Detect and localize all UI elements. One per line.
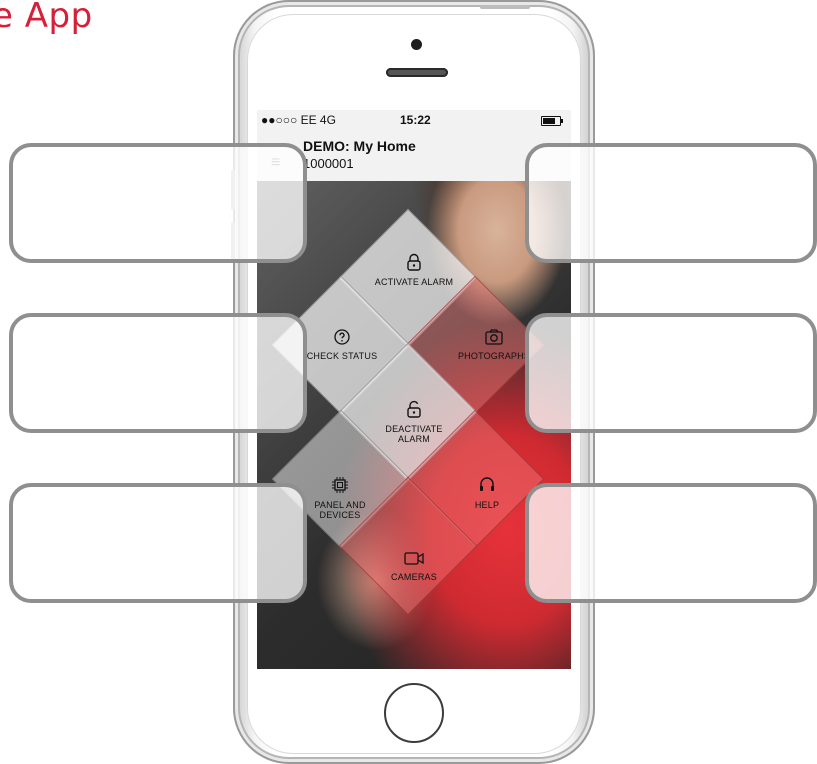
deactivate-alarm-label-line2: ALARM [397,434,430,444]
front-camera [411,39,422,50]
callout-box-bottom-right [525,483,817,603]
callout-box-middle-left [9,313,307,433]
status-bar: ●●○○○ EE 4G 15:22 [257,110,571,130]
callout-box-top-right [525,143,817,263]
help-label: HELP [474,500,500,510]
photographs-label: PHOTOGRAPHS [457,351,531,361]
lock-open-icon [407,400,421,418]
check-status-button[interactable]: CHECK STATUS [297,329,387,361]
callout-box-top-left [9,143,307,263]
activate-alarm-button[interactable]: ACTIVATE ALARM [364,253,464,287]
question-icon [334,329,350,345]
callout-box-middle-right [525,313,817,433]
cameras-button[interactable]: CAMERAS [369,550,459,582]
page-title: e App [0,0,93,36]
check-status-label: CHECK STATUS [306,351,378,361]
callout-box-bottom-left [9,483,307,603]
chip-icon [332,477,348,493]
earpiece-speaker [386,68,448,77]
power-button [480,5,530,9]
lock-closed-icon [407,253,421,271]
headset-icon [480,477,494,491]
site-id: 1000001 [303,156,354,171]
cameras-label: CAMERAS [391,572,437,582]
clock: 15:22 [400,113,431,127]
camera-icon [485,329,503,345]
battery-icon [541,116,563,126]
video-camera-icon [404,552,424,565]
site-name: DEMO: My Home [303,138,416,154]
signal-indicator: ●●○○○ EE 4G [261,113,336,127]
home-button[interactable] [384,683,444,743]
deactivate-alarm-button[interactable]: DEACTIVATE ALARM [364,400,464,444]
deactivate-alarm-label-line1: DEACTIVATE [385,424,443,434]
panel-devices-label-line1: PANEL AND [314,500,366,510]
panel-devices-label-line2: DEVICES [319,510,361,520]
panel-and-devices-button[interactable]: PANEL AND DEVICES [295,476,385,520]
help-button[interactable]: HELP [447,476,527,510]
activate-alarm-label: ACTIVATE ALARM [374,277,454,287]
